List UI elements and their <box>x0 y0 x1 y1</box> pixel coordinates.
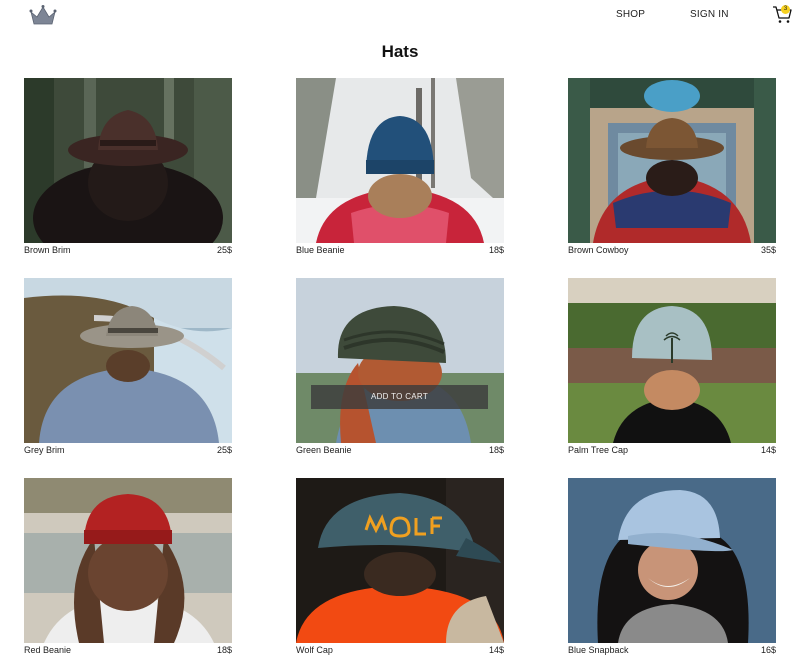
add-to-cart-button[interactable]: ADD TO CART <box>311 385 488 409</box>
product-price: 18$ <box>216 645 232 655</box>
product-image-palm-tree-cap <box>568 278 776 443</box>
product-card[interactable]: Wolf Cap 14$ <box>296 478 504 661</box>
header: SHOP SIGN IN 3 <box>0 0 800 32</box>
product-price: 18$ <box>488 245 504 255</box>
product-card[interactable]: Red Beanie 18$ <box>24 478 232 661</box>
crown-icon[interactable] <box>28 4 58 26</box>
product-card[interactable]: ADD TO CART Green Beanie 18$ <box>296 278 504 464</box>
nav-signin-link[interactable]: SIGN IN <box>690 9 729 20</box>
product-price: 14$ <box>488 645 504 655</box>
product-price: 16$ <box>760 645 776 655</box>
product-image-brown-cowboy <box>568 78 776 243</box>
product-price: 25$ <box>216 445 232 455</box>
product-name: Brown Brim <box>24 245 71 255</box>
cart-button[interactable]: 3 <box>771 3 793 25</box>
product-image-green-beanie: ADD TO CART <box>296 278 504 443</box>
product-name: Grey Brim <box>24 445 65 455</box>
product-image-grey-brim <box>24 278 232 443</box>
product-image-blue-beanie <box>296 78 504 243</box>
product-name: Blue Beanie <box>296 245 345 255</box>
product-card[interactable]: Brown Brim 25$ <box>24 78 232 264</box>
product-card[interactable]: Brown Cowboy 35$ <box>568 78 776 264</box>
product-name: Brown Cowboy <box>568 245 629 255</box>
product-image-red-beanie <box>24 478 232 643</box>
product-card[interactable]: Blue Snapback 16$ <box>568 478 776 661</box>
product-price: 14$ <box>760 445 776 455</box>
product-card[interactable]: Grey Brim 25$ <box>24 278 232 464</box>
product-name: Palm Tree Cap <box>568 445 629 455</box>
page-title: Hats <box>381 42 419 61</box>
product-price: 25$ <box>216 245 232 255</box>
nav-shop-link[interactable]: SHOP <box>616 9 645 20</box>
product-image-wolf-cap <box>296 478 504 643</box>
product-image-brown-brim <box>24 78 232 243</box>
product-name: Wolf Cap <box>296 645 333 655</box>
product-price: 18$ <box>488 445 504 455</box>
product-image-blue-snapback <box>568 478 776 643</box>
product-name: Green Beanie <box>296 445 352 455</box>
product-name: Red Beanie <box>24 645 72 655</box>
product-card[interactable]: Blue Beanie 18$ <box>296 78 504 264</box>
product-price: 35$ <box>760 245 776 255</box>
product-name: Blue Snapback <box>568 645 629 655</box>
cart-count-badge: 3 <box>781 5 790 14</box>
product-card[interactable]: Palm Tree Cap 14$ <box>568 278 776 464</box>
